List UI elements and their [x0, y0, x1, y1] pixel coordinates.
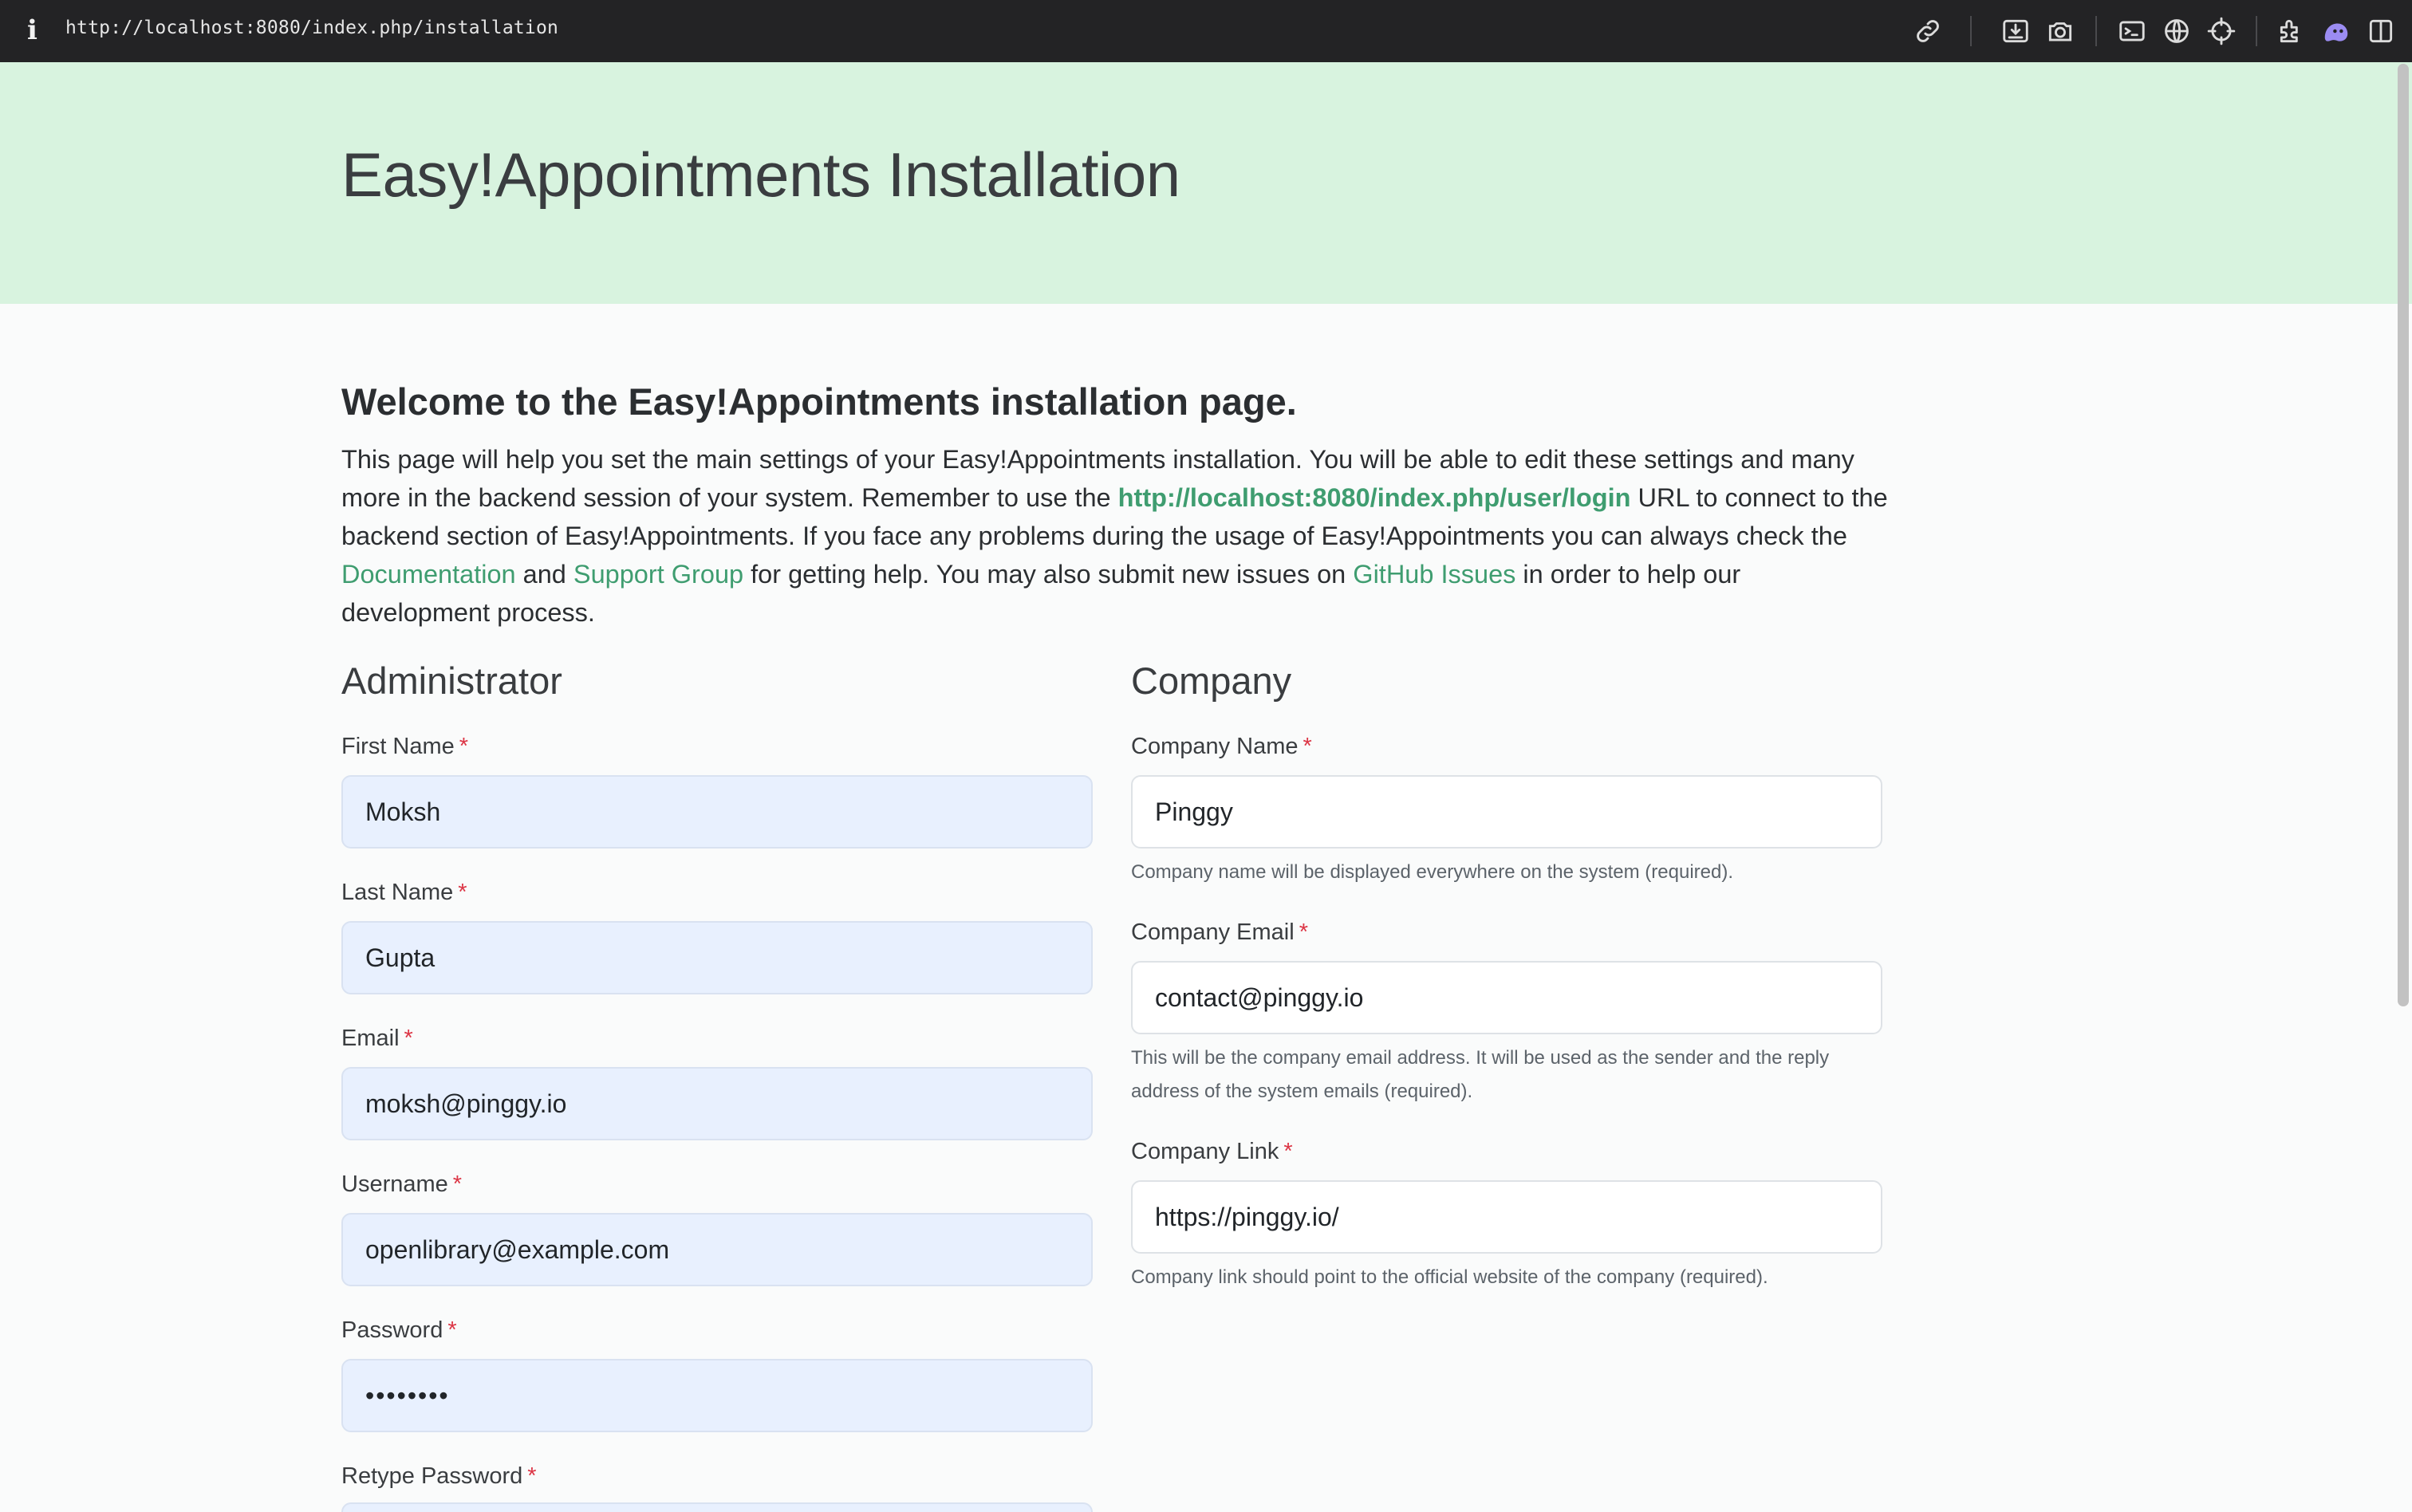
toolbar-separator [2256, 16, 2257, 46]
company-section-title: Company [1131, 660, 1292, 702]
download-page-icon[interactable] [2000, 16, 2031, 46]
company-email-input[interactable] [1131, 961, 1882, 1034]
username-label-text: Username [341, 1171, 448, 1197]
link-icon[interactable] [1913, 16, 1943, 46]
terminal-icon[interactable] [2117, 16, 2147, 46]
required-marker: * [1303, 734, 1312, 759]
company-name-label: Company Name * [1131, 734, 1312, 760]
email-input[interactable] [341, 1067, 1093, 1140]
toolbar-separator [1970, 16, 1972, 46]
required-marker: * [452, 1171, 463, 1197]
username-input[interactable] [341, 1213, 1093, 1286]
required-marker: * [404, 1026, 413, 1051]
required-marker: * [447, 1317, 457, 1343]
company-email-label-text: Company Email [1131, 919, 1295, 945]
vertical-scrollbar[interactable] [2398, 64, 2409, 1006]
last-name-label: Last Name * [341, 880, 467, 906]
address-bar-url[interactable]: http://localhost:8080/index.php/installa… [65, 18, 558, 38]
username-label: Username * [341, 1171, 462, 1198]
retype-password-label-text: Retype Password [341, 1463, 523, 1489]
first-name-label: First Name * [341, 734, 468, 760]
retype-password-input[interactable] [341, 1502, 1093, 1512]
required-marker: * [1299, 919, 1308, 945]
first-name-input[interactable] [341, 775, 1093, 849]
password-label: Password * [341, 1317, 457, 1344]
first-name-label-text: First Name [341, 734, 455, 759]
company-email-help: This will be the company email address. … [1131, 1047, 1830, 1102]
required-marker: * [458, 880, 467, 905]
company-name-input[interactable] [1131, 775, 1882, 849]
globe-icon[interactable] [2162, 16, 2192, 46]
password-input[interactable] [341, 1359, 1093, 1432]
company-name-help: Company name will be displayed everywher… [1131, 861, 1734, 883]
retype-password-label: Retype Password * [341, 1463, 537, 1490]
info-icon[interactable]: i [27, 14, 37, 46]
company-link-label: Company Link * [1131, 1139, 1293, 1165]
camera-icon[interactable] [2045, 16, 2075, 46]
last-name-input[interactable] [341, 921, 1093, 994]
intro-text: and [515, 560, 573, 589]
password-label-text: Password [341, 1317, 443, 1343]
github-issues-link[interactable]: GitHub Issues [1353, 560, 1515, 589]
toolbar-separator [2095, 16, 2097, 46]
support-group-link[interactable]: Support Group [573, 560, 743, 589]
extensions-icon[interactable] [2276, 16, 2307, 46]
required-marker: * [1283, 1139, 1293, 1164]
company-link-label-text: Company Link [1131, 1139, 1279, 1164]
ghost-extension-icon[interactable] [2321, 16, 2351, 46]
company-email-label: Company Email * [1131, 919, 1308, 946]
page-title: Easy!Appointments Installation [341, 140, 1180, 210]
login-url-link[interactable]: http://localhost:8080/index.php/user/log… [1118, 483, 1631, 512]
page-header: Easy!Appointments Installation [0, 62, 2412, 304]
required-marker: * [459, 734, 469, 759]
split-view-icon[interactable] [2366, 16, 2396, 46]
crosshair-icon[interactable] [2206, 16, 2237, 46]
required-marker: * [527, 1463, 537, 1489]
email-label-text: Email [341, 1026, 400, 1051]
company-name-label-text: Company Name [1131, 734, 1299, 759]
intro-text: for getting help. You may also submit ne… [743, 560, 1354, 589]
last-name-label-text: Last Name [341, 880, 454, 905]
browser-toolbar: i http://localhost:8080/index.php/instal… [0, 0, 2412, 62]
documentation-link[interactable]: Documentation [341, 560, 516, 589]
welcome-heading: Welcome to the Easy!Appointments install… [341, 380, 1297, 423]
administrator-section-title: Administrator [341, 660, 562, 702]
email-label: Email * [341, 1026, 413, 1052]
company-link-help: Company link should point to the officia… [1131, 1266, 1768, 1288]
company-link-input[interactable] [1131, 1180, 1882, 1254]
intro-paragraph: This page will help you set the main set… [341, 440, 1889, 632]
